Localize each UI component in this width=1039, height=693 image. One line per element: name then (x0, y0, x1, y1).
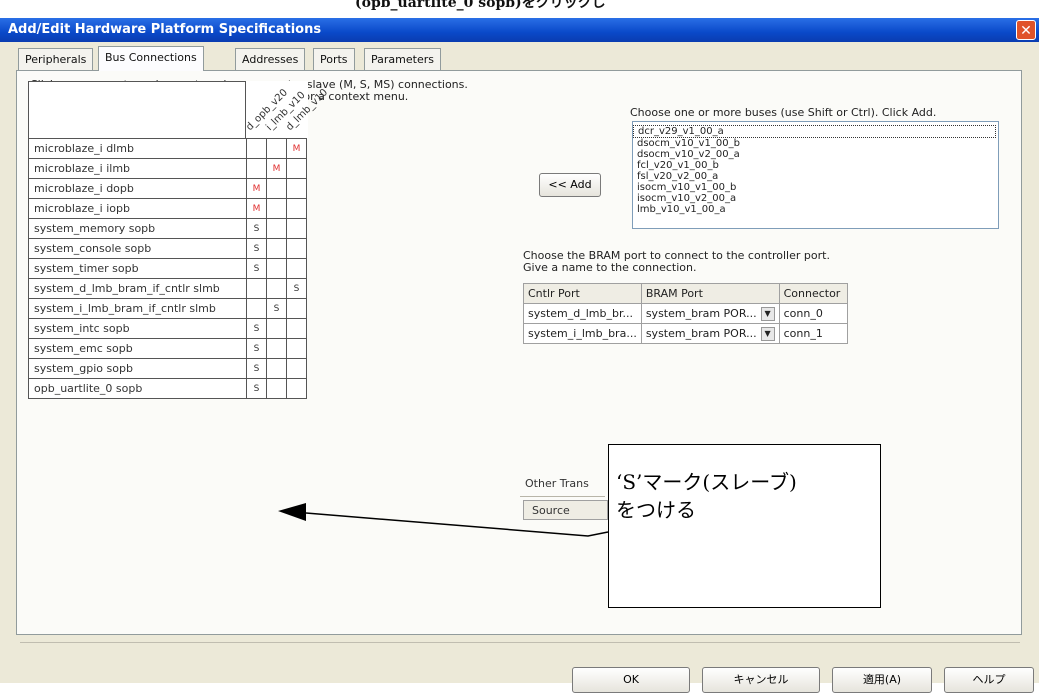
arrowhead-icon (278, 503, 306, 521)
tab-label: Bus Connections (105, 51, 197, 64)
annotation-arrow-line (305, 512, 609, 537)
tab-bus-connections[interactable]: Bus Connections (98, 46, 204, 71)
annotation-arrow (278, 503, 609, 537)
